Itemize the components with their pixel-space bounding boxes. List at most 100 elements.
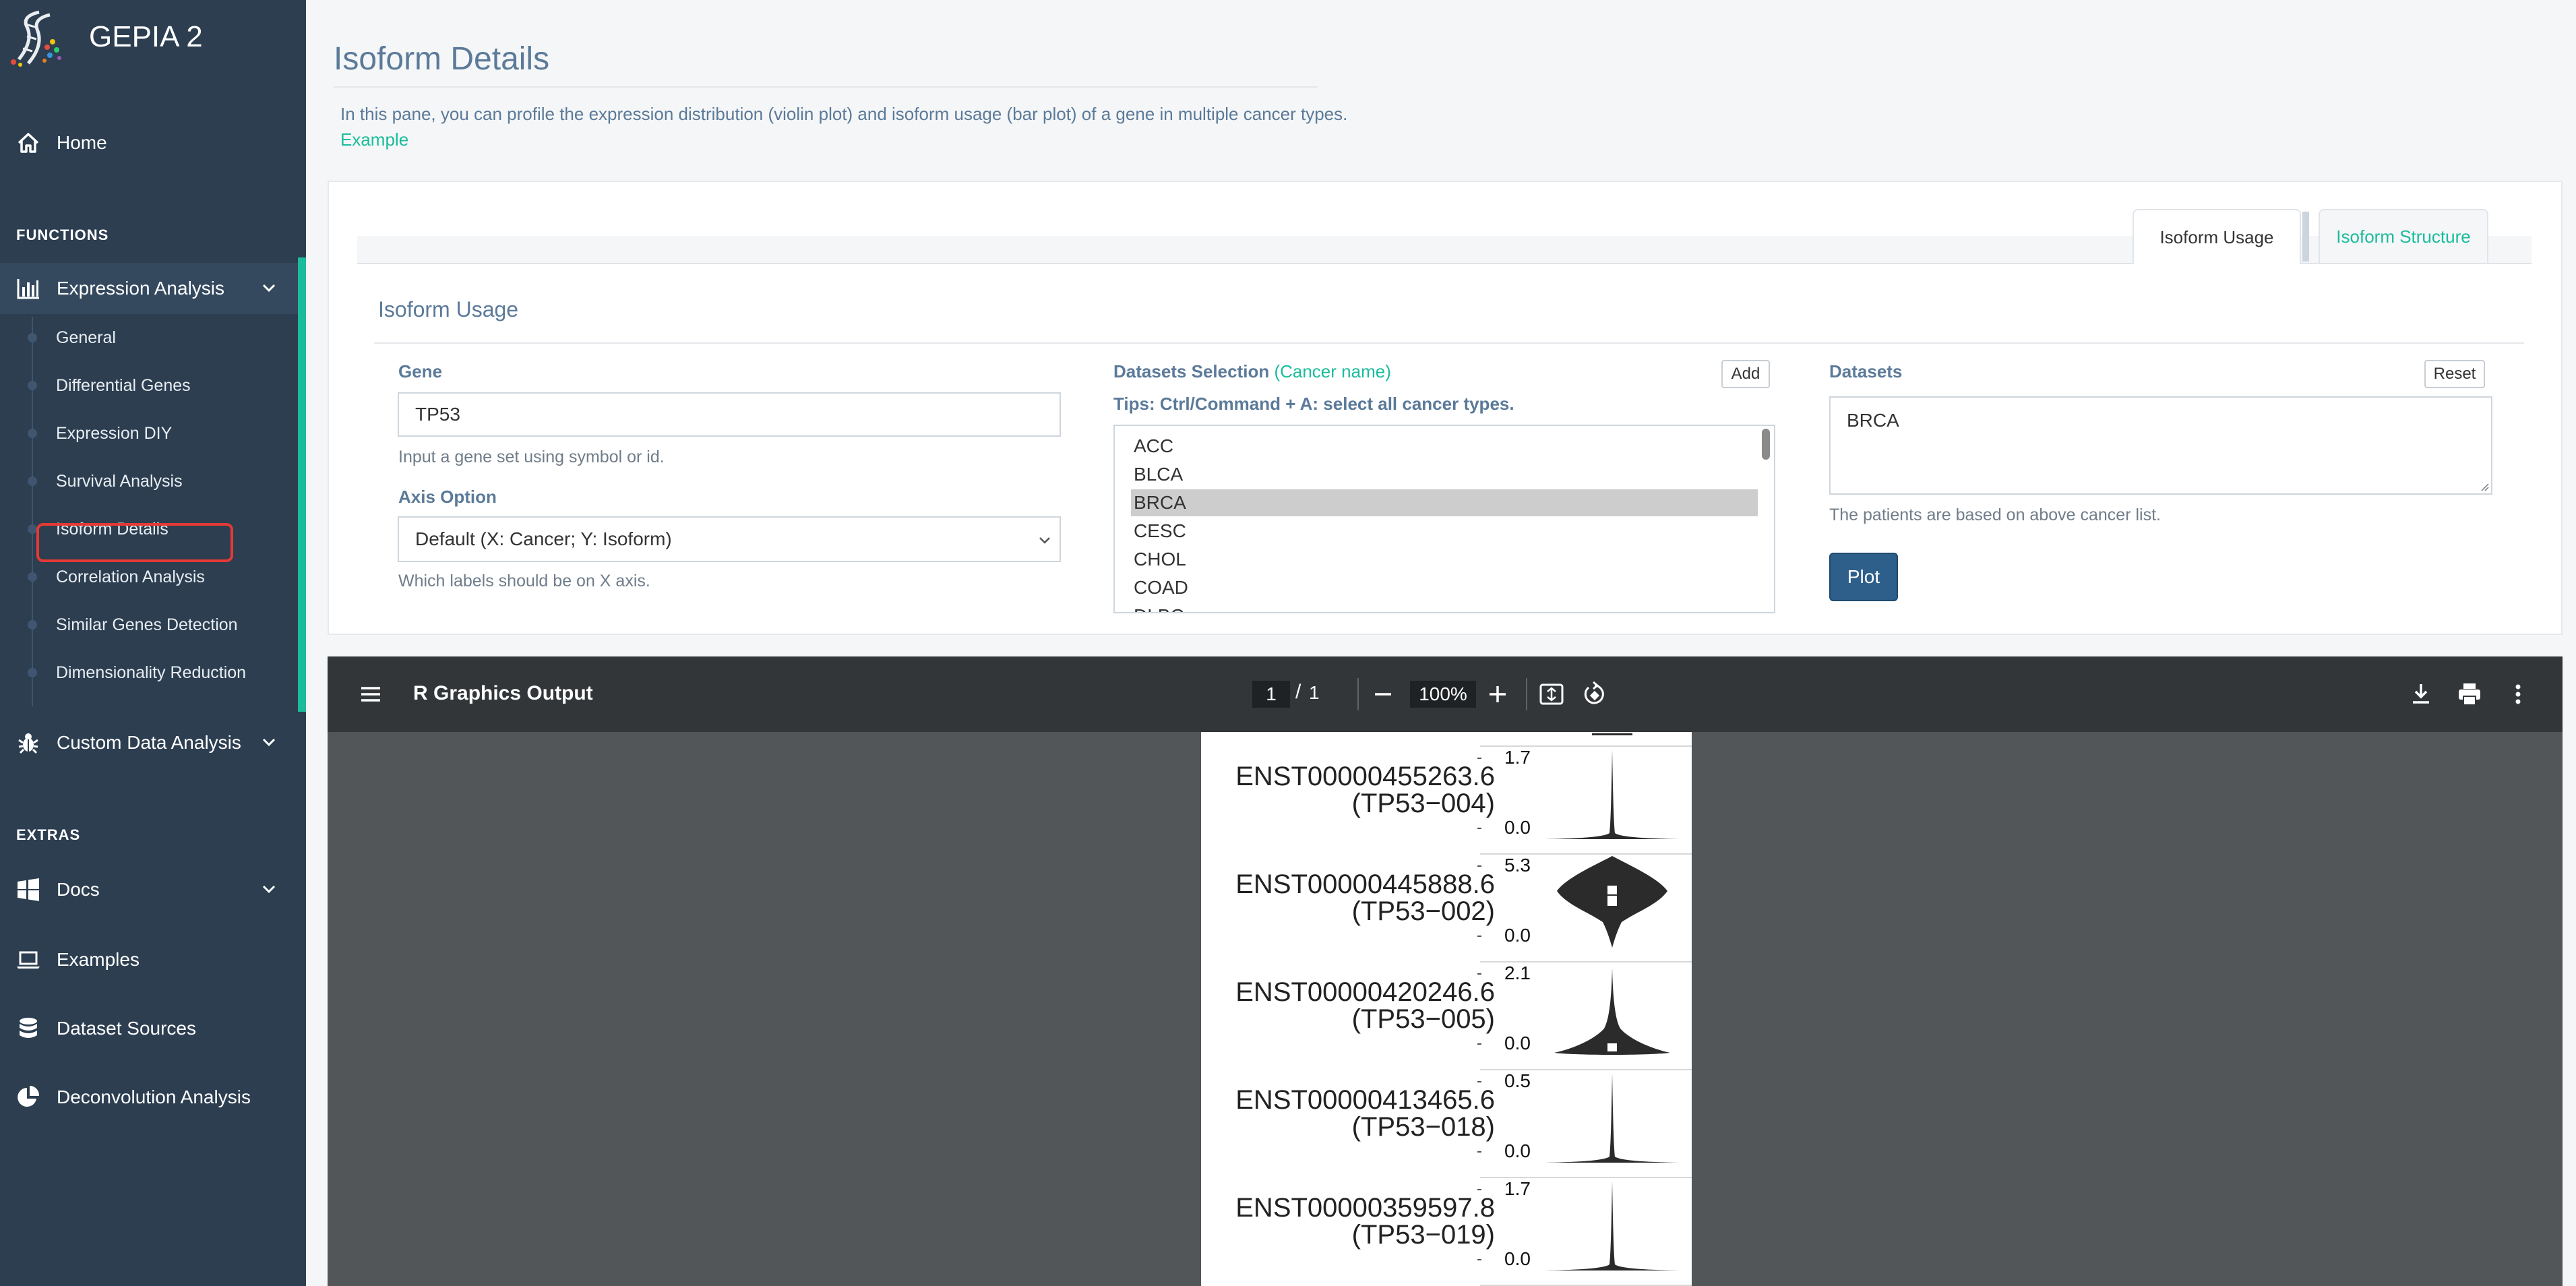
axis-min-label: 0.0 [1504, 1140, 1531, 1161]
chevron-down-icon [262, 284, 276, 293]
axis-max-label: 1.7 [1504, 747, 1531, 768]
isoform-id: ENST00000359597.8 [1235, 1193, 1495, 1223]
axis-help-text: Which labels should be on X axis. [398, 572, 650, 590]
zoom-in-icon[interactable] [1484, 681, 1511, 708]
nav-dataset-sources-label: Dataset Sources [57, 1018, 196, 1039]
selection-tips: Tips: Ctrl/Command + A: select all cance… [1113, 394, 1514, 414]
plot-button[interactable]: Plot [1829, 553, 1898, 601]
violin-shape [1545, 1073, 1680, 1163]
print-icon[interactable] [2456, 681, 2483, 708]
chevron-down-icon [262, 885, 276, 894]
sidebar-item-similar-genes[interactable]: Similar Genes Detection [0, 604, 298, 646]
pdf-viewer: R Graphics Output 1 / 1 100% ENST0000045… [328, 656, 2563, 1286]
toolbar-divider [1357, 678, 1359, 710]
isoform-id: ENST00000445888.6 [1235, 869, 1495, 899]
nav-dataset-sources[interactable]: Dataset Sources [0, 1003, 306, 1054]
sidebar-item-expression-diy[interactable]: Expression DIY [0, 412, 298, 454]
gene-input[interactable]: TP53 [398, 392, 1061, 437]
isoform-label: ENST00000413465.6 (TP53−018) [1235, 1086, 1495, 1140]
sidebar-item-label: Differential Genes [56, 375, 191, 395]
nav-deconvolution-analysis[interactable]: Deconvolution Analysis [0, 1072, 306, 1123]
violin-body [1545, 1073, 1680, 1163]
list-item[interactable]: CHOL [1131, 546, 1758, 573]
violin-body [1554, 968, 1670, 1055]
sidebar: GEPIA 2 Home FUNCTIONS Expression Analys… [0, 0, 306, 1286]
nav-examples[interactable]: Examples [0, 934, 306, 985]
page-total: 1 [1309, 682, 1320, 703]
page-number-input[interactable]: 1 [1252, 681, 1290, 708]
page-intro: In this pane, you can profile the expres… [340, 104, 1348, 124]
isoform-id: ENST00000455263.6 [1235, 762, 1495, 791]
brand[interactable]: GEPIA 2 [7, 7, 203, 67]
nav-examples-label: Examples [57, 949, 140, 970]
axis-tick [1477, 1151, 1481, 1153]
list-item[interactable]: BLCA [1131, 461, 1758, 488]
nav-home[interactable]: Home [0, 123, 306, 163]
axis-min-label: 0.0 [1504, 817, 1531, 838]
datasets-help-text: The patients are based on above cancer l… [1829, 506, 2161, 524]
bar-chart-icon [17, 279, 39, 299]
nav-home-label: Home [57, 132, 107, 153]
submenu-dot [28, 668, 37, 677]
axis-option-select[interactable]: Default (X: Cancer; Y: Isoform) [398, 516, 1061, 562]
list-item[interactable]: CESC [1131, 518, 1758, 545]
list-item[interactable]: ACC [1131, 433, 1758, 460]
fit-page-icon[interactable] [1538, 681, 1565, 708]
tab-isoform-usage[interactable]: Isoform Usage [2133, 209, 2301, 264]
resize-handle-icon[interactable] [2479, 481, 2490, 492]
list-item[interactable]: DLBC [1131, 603, 1758, 612]
rotate-icon[interactable] [1581, 681, 1608, 708]
sidebar-item-survival-analysis[interactable]: Survival Analysis [0, 460, 298, 502]
section-divider [374, 342, 2524, 344]
tab-separator [2302, 212, 2309, 262]
tab-isoform-structure[interactable]: Isoform Structure [2319, 209, 2488, 263]
download-icon[interactable] [2408, 681, 2434, 708]
datasets-textarea[interactable]: BRCA [1829, 396, 2492, 495]
axis-tick [1477, 1189, 1481, 1190]
sidebar-item-dimensionality-reduction[interactable]: Dimensionality Reduction [0, 652, 298, 694]
submenu-dot [28, 333, 37, 342]
axis-option-label: Axis Option [398, 487, 497, 507]
cancer-name-link[interactable]: (Cancer name) [1274, 361, 1390, 381]
axis-max-label: 2.1 [1504, 962, 1531, 983]
nav-expression-analysis[interactable]: Expression Analysis [0, 263, 306, 314]
nav-docs-label: Docs [57, 879, 100, 900]
laptop-icon [17, 951, 40, 969]
reset-button[interactable]: Reset [2424, 360, 2485, 388]
sidebar-item-correlation-analysis[interactable]: Correlation Analysis [0, 556, 298, 598]
submenu-dot [28, 620, 37, 630]
pdf-page: ENST00000455263.6 (TP53−004) 1.7 0.0 ENST000… [1201, 732, 1692, 1286]
active-group-indicator [298, 257, 306, 712]
nav-custom-data-analysis[interactable]: Custom Data Analysis [0, 717, 306, 768]
list-item-selected[interactable]: BRCA [1131, 489, 1758, 516]
isoform-id: ENST00000413465.6 [1235, 1085, 1495, 1115]
zoom-out-icon[interactable] [1370, 681, 1397, 708]
windows-icon [18, 878, 39, 901]
axis-tick [1477, 1081, 1481, 1082]
add-button[interactable]: Add [1721, 360, 1770, 388]
axis-min-label: 0.0 [1504, 1033, 1531, 1053]
example-link[interactable]: Example [340, 129, 408, 150]
axis-tick [1477, 973, 1481, 975]
sidebar-item-general[interactable]: General [0, 317, 298, 359]
isoform-name: (TP53−002) [1351, 896, 1495, 926]
sidebar-item-label: Expression DIY [56, 423, 173, 443]
menu-icon[interactable] [357, 681, 384, 708]
database-icon [20, 1018, 37, 1038]
cancer-type-list[interactable]: ACC BLCA BRCA CESC CHOL COAD DLBC [1113, 425, 1775, 613]
axis-tick [1477, 758, 1481, 759]
selection-highlight [36, 523, 233, 562]
more-options-icon[interactable] [2505, 681, 2532, 708]
violin-shape [1545, 1181, 1680, 1270]
axis-max-label: 0.5 [1504, 1070, 1531, 1091]
title-divider [334, 86, 1318, 88]
submenu-dot [28, 524, 37, 534]
list-item[interactable]: COAD [1131, 574, 1758, 601]
list-scrollbar-thumb[interactable] [1762, 429, 1770, 460]
zoom-level[interactable]: 100% [1410, 681, 1476, 708]
isoform-label: ENST00000445888.6 (TP53−002) [1235, 871, 1495, 925]
nav-docs[interactable]: Docs [0, 864, 306, 915]
isoform-label: ENST00000455263.6 (TP53−004) [1235, 763, 1495, 817]
sidebar-item-differential-genes[interactable]: Differential Genes [0, 365, 298, 406]
axis-tick [1477, 865, 1481, 867]
